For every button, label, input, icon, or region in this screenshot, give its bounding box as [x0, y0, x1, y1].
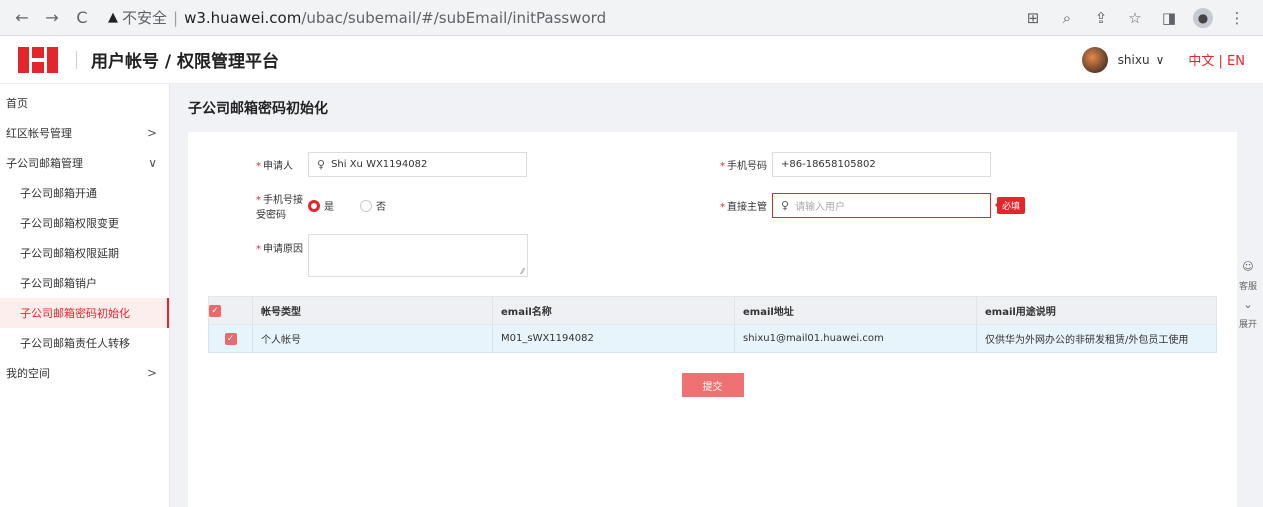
sidebar-item-permission-extend[interactable]: 子公司邮箱权限延期 [0, 238, 169, 268]
sidebar-item-label: 红区帐号管理 [6, 127, 72, 140]
url-separator: | [173, 8, 179, 27]
sidebar-item-label: 子公司邮箱开通 [20, 187, 97, 200]
submit-button[interactable]: 提交 [681, 373, 744, 397]
more-icon[interactable]: ⋮ [1227, 8, 1247, 28]
header-email-address: email地址 [734, 296, 977, 325]
sidebar-item-label: 子公司邮箱权限延期 [20, 247, 119, 260]
sidebar-item-home[interactable]: 首页 [0, 88, 169, 118]
chevron-down-icon: ∨ [148, 156, 157, 170]
user-icon: ♀ [781, 199, 790, 212]
sidebar-item-red-zone[interactable]: 红区帐号管理 > [0, 118, 169, 148]
form-panel: * 申请人 ♀ Shi Xu WX1194082 * 手机号码 +86-1865810… [188, 132, 1237, 507]
sidebar-item-open[interactable]: 子公司邮箱开通 [0, 178, 169, 208]
lang-zh[interactable]: 中文 [1188, 54, 1214, 69]
table-header-row: ✓ 帐号类型 email名称 email地址 email用途说明 [208, 296, 1217, 325]
content-area: 子公司邮箱密码初始化 * 申请人 ♀ Shi Xu WX1194082 * 手机号码 … [170, 84, 1263, 507]
zoom-icon[interactable]: ⌕ [1057, 8, 1077, 28]
sidebar-item-close-account[interactable]: 子公司邮箱销户 [0, 268, 169, 298]
radio-yes[interactable]: 是 [308, 198, 334, 213]
table-row[interactable]: ✓ 个人帐号 M01_sWX1194082 shixu1@mail01.huaw… [208, 324, 1217, 353]
sidebar-item-permission-change[interactable]: 子公司邮箱权限变更 [0, 208, 169, 238]
applicant-label: * 申请人 [256, 161, 293, 172]
phone-receive-label: * 手机号接受密码 [256, 194, 303, 221]
cell-account-type: 个人帐号 [252, 324, 493, 353]
sidebar-item-label: 首页 [6, 97, 28, 110]
select-all-cell[interactable]: ✓ [208, 296, 253, 325]
phone-input[interactable]: +86-18658105802 [772, 152, 991, 177]
profile-icon[interactable]: ● [1193, 7, 1213, 28]
browser-toolbar: ← → C ▲ 不安全 | w3.huawei.com/ubac/subemai… [0, 0, 1263, 36]
email-table: ✓ 帐号类型 email名称 email地址 email用途说明 ✓ 个人帐号 … [208, 296, 1217, 353]
header-email-usage: email用途说明 [976, 296, 1217, 325]
insecure-label: 不安全 [122, 9, 168, 27]
sidebar-item-subsidiary-email[interactable]: 子公司邮箱管理 ∨ [0, 148, 169, 178]
huawei-logo [18, 46, 58, 73]
header-email-name: email名称 [492, 296, 735, 325]
sidebar-item-label: 子公司邮箱销户 [20, 277, 97, 290]
sidebar-item-label: 我的空间 [6, 367, 50, 380]
manager-label: * 直接主管 [720, 202, 767, 213]
cell-email-usage: 仅供华为外网办公的非研发租赁/外包员工使用 [976, 324, 1217, 353]
sidebar-item-owner-transfer[interactable]: 子公司邮箱责任人转移 [0, 328, 169, 358]
chevron-right-icon: > [146, 366, 157, 380]
sidebar-item-my-space[interactable]: 我的空间 > [0, 358, 169, 388]
share-icon[interactable]: ⇪ [1091, 8, 1111, 28]
expand-icon[interactable]: ⌄ [1243, 298, 1252, 311]
sidebar: 首页 红区帐号管理 > 子公司邮箱管理 ∨ 子公司邮箱开通 子公司邮箱权限变更 子公… [0, 84, 170, 507]
forward-icon[interactable]: → [40, 6, 64, 30]
cell-email-address: shixu1@mail01.huawei.com [734, 324, 977, 353]
sidebar-item-label: 子公司邮箱密码初始化 [20, 307, 130, 320]
app-header: 用户帐号 / 权限管理平台 shixu ∨ 中文 | EN [0, 36, 1263, 84]
lang-en[interactable]: EN [1227, 54, 1245, 69]
header-divider [76, 50, 77, 69]
translate-icon[interactable]: ⊞ [1023, 8, 1043, 28]
lang-separator: | [1214, 54, 1228, 69]
back-icon[interactable]: ← [10, 6, 34, 30]
phone-label: * 手机号码 [720, 161, 767, 172]
checkbox-checked-icon[interactable]: ✓ [209, 304, 221, 317]
sidepanel-icon[interactable]: ◨ [1159, 8, 1179, 28]
radio-selected-icon [308, 199, 320, 212]
checkbox-checked-icon[interactable]: ✓ [224, 332, 237, 345]
chevron-right-icon: > [146, 126, 157, 140]
header-account-type: 帐号类型 [252, 296, 493, 325]
chat-icon[interactable]: ☺ [1242, 260, 1253, 273]
manager-input[interactable]: ♀ 请输入用户 [772, 193, 991, 218]
reload-icon[interactable]: C [70, 6, 94, 30]
sidebar-item-label: 子公司邮箱责任人转移 [20, 337, 130, 350]
sidebar-item-label: 子公司邮箱权限变更 [20, 217, 119, 230]
reason-textarea[interactable] [308, 234, 528, 277]
reason-label: * 申请原因 [256, 244, 303, 255]
url-host: w3.huawei.com [184, 8, 302, 27]
page-title: 子公司邮箱密码初始化 [188, 101, 328, 117]
radio-no[interactable]: 否 [360, 198, 386, 213]
sidebar-item-label: 子公司邮箱管理 [6, 157, 83, 170]
applicant-input[interactable]: ♀ Shi Xu WX1194082 [308, 152, 527, 177]
avatar[interactable] [1081, 46, 1108, 73]
language-switch[interactable]: 中文 | EN [1188, 50, 1245, 69]
user-name[interactable]: shixu [1118, 53, 1150, 67]
sidebar-item-password-init[interactable]: 子公司邮箱密码初始化 [0, 298, 169, 328]
star-icon[interactable]: ☆ [1125, 8, 1145, 28]
expand-button[interactable]: 展开 [1239, 317, 1257, 330]
warning-icon: ▲ [108, 10, 118, 25]
url-path: /ubac/subemail/#/subEmail/initPassword [301, 8, 607, 27]
radio-unselected-icon [360, 199, 372, 212]
app-title: 用户帐号 / 权限管理平台 [91, 52, 280, 72]
chevron-down-icon[interactable]: ∨ [1156, 53, 1165, 67]
cell-email-name: M01_sWX1194082 [492, 324, 735, 353]
user-icon: ♀ [317, 158, 326, 171]
row-select-cell[interactable]: ✓ [208, 324, 253, 353]
customer-service-button[interactable]: 客服 [1239, 279, 1257, 292]
required-badge: 必填 [994, 197, 1026, 214]
float-tools: ☺ 客服 ⌄ 展开 [1237, 260, 1259, 330]
address-bar[interactable]: ▲ 不安全 | w3.huawei.com/ubac/subemail/#/su… [100, 4, 1023, 32]
